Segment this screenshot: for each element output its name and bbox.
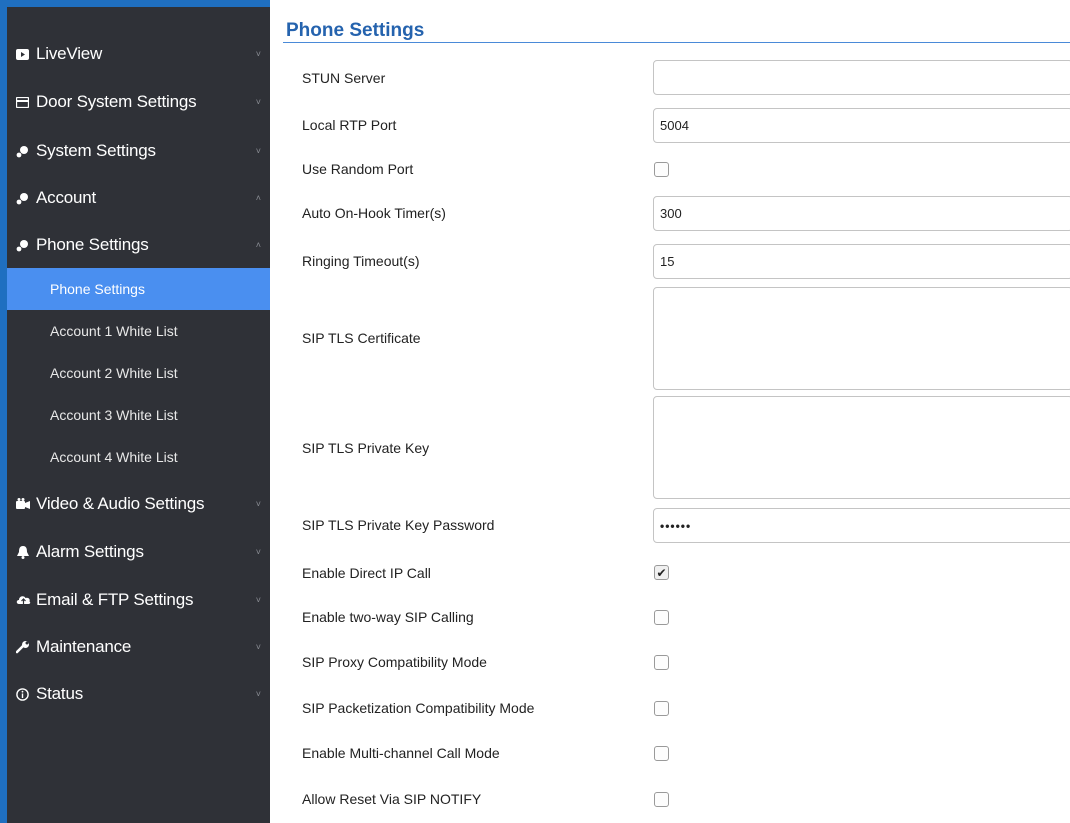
title-divider	[283, 42, 1070, 43]
use-random-port-checkbox[interactable]	[654, 162, 669, 177]
local-rtp-port-input[interactable]: 5004	[653, 108, 1070, 143]
stun-server-label: STUN Server	[302, 70, 386, 86]
enable-two-way-sip-checkbox[interactable]	[654, 610, 669, 625]
chevron-down-icon: ˅	[255, 595, 261, 605]
allow-reset-via-notify-label: Allow Reset Via SIP NOTIFY	[302, 791, 482, 807]
wrench-icon	[16, 640, 36, 654]
play-icon	[16, 48, 36, 60]
sidebar-item-label: LiveView	[36, 44, 103, 63]
chevron-down-icon: ˅	[255, 547, 261, 557]
gear-icon	[16, 145, 36, 158]
sidebar-item-label: Maintenance	[36, 637, 132, 656]
gear-icon	[16, 239, 36, 252]
sip-tls-key-password-label: SIP TLS Private Key Password	[302, 517, 495, 533]
info-icon	[16, 687, 36, 701]
sidebar-item-account[interactable]: Account ˄	[7, 174, 270, 222]
stun-server-input[interactable]	[653, 60, 1070, 95]
sidebar-item-alarm-settings[interactable]: Alarm Settings ˅	[7, 528, 270, 576]
sip-tls-certificate-textarea[interactable]	[653, 287, 1070, 390]
chevron-up-icon: ˄	[255, 240, 261, 250]
sidebar-item-status[interactable]: Status ˅	[7, 670, 270, 718]
sip-tls-private-key-label: SIP TLS Private Key	[302, 440, 430, 456]
sidebar-item-label: Alarm Settings	[36, 542, 144, 561]
subitem-account-3-white-list[interactable]: Account 3 White List	[7, 394, 270, 436]
sidebar-item-label: Video & Audio Settings	[36, 494, 205, 513]
subitem-phone-settings[interactable]: Phone Settings	[7, 268, 270, 310]
local-rtp-port-label: Local RTP Port	[302, 117, 397, 133]
chevron-down-icon: ˅	[255, 499, 261, 509]
video-icon	[16, 498, 36, 510]
enable-multichannel-label: Enable Multi-channel Call Mode	[302, 745, 500, 761]
sidebar-item-label: Status	[36, 684, 83, 703]
auto-on-hook-timer-label: Auto On-Hook Timer(s)	[302, 205, 446, 221]
ringing-timeout-label: Ringing Timeout(s)	[302, 253, 420, 269]
sip-tls-certificate-label: SIP TLS Certificate	[302, 330, 421, 346]
enable-direct-ip-call-label: Enable Direct IP Call	[302, 565, 431, 581]
allow-reset-via-notify-checkbox[interactable]	[654, 792, 669, 807]
sidebar-item-label: Door System Settings	[36, 92, 197, 111]
ringing-timeout-input[interactable]: 15	[653, 244, 1070, 279]
chevron-down-icon: ˅	[255, 642, 261, 652]
enable-multichannel-checkbox[interactable]	[654, 746, 669, 761]
subitem-account-4-white-list[interactable]: Account 4 White List	[7, 436, 270, 478]
page-title: Phone Settings	[286, 20, 425, 41]
subitem-account-1-white-list[interactable]: Account 1 White List	[7, 310, 270, 352]
checkmark-icon: ✔	[656, 565, 667, 580]
sip-tls-private-key-textarea[interactable]	[653, 396, 1070, 499]
chevron-down-icon: ˅	[255, 49, 261, 59]
sidebar-item-maintenance[interactable]: Maintenance ˅	[7, 623, 270, 671]
card-icon	[16, 96, 36, 108]
sidebar-item-door-system-settings[interactable]: Door System Settings ˅	[7, 78, 270, 126]
sidebar-item-liveview[interactable]: LiveView ˅	[7, 30, 270, 78]
chevron-up-icon: ˄	[255, 193, 261, 203]
sip-packetization-compat-checkbox[interactable]	[654, 701, 669, 716]
main-content: Phone Settings STUN Server Local RTP Por…	[270, 0, 1070, 823]
sip-proxy-compat-checkbox[interactable]	[654, 655, 669, 670]
chevron-down-icon: ˅	[255, 146, 261, 156]
sidebar-item-system-settings[interactable]: System Settings ˅	[7, 127, 270, 175]
sidebar-item-label: System Settings	[36, 141, 156, 160]
auto-on-hook-timer-input[interactable]: 300	[653, 196, 1070, 231]
sidebar-item-label: Phone Settings	[36, 235, 149, 254]
sidebar: LiveView ˅ Door System Settings ˅ System…	[0, 0, 270, 823]
sidebar-item-label: Account	[36, 188, 97, 207]
sidebar-item-email-ftp-settings[interactable]: Email & FTP Settings ˅	[7, 576, 270, 624]
use-random-port-label: Use Random Port	[302, 161, 414, 177]
sidebar-item-video-audio-settings[interactable]: Video & Audio Settings ˅	[7, 480, 270, 528]
sidebar-item-phone-settings[interactable]: Phone Settings ˄	[7, 221, 270, 269]
sip-proxy-compat-label: SIP Proxy Compatibility Mode	[302, 654, 487, 670]
enable-direct-ip-call-checkbox[interactable]: ✔	[654, 565, 669, 580]
chevron-down-icon: ˅	[255, 97, 261, 107]
cloud-icon	[16, 594, 36, 606]
sip-tls-key-password-input[interactable]: ••••••	[653, 508, 1070, 543]
sidebar-item-label: Email & FTP Settings	[36, 590, 194, 609]
gear-icon	[16, 192, 36, 205]
enable-two-way-sip-label: Enable two-way SIP Calling	[302, 609, 474, 625]
bell-icon	[16, 545, 36, 559]
sip-packetization-compat-label: SIP Packetization Compatibility Mode	[302, 700, 535, 716]
chevron-down-icon: ˅	[255, 689, 261, 699]
subitem-account-2-white-list[interactable]: Account 2 White List	[7, 352, 270, 394]
